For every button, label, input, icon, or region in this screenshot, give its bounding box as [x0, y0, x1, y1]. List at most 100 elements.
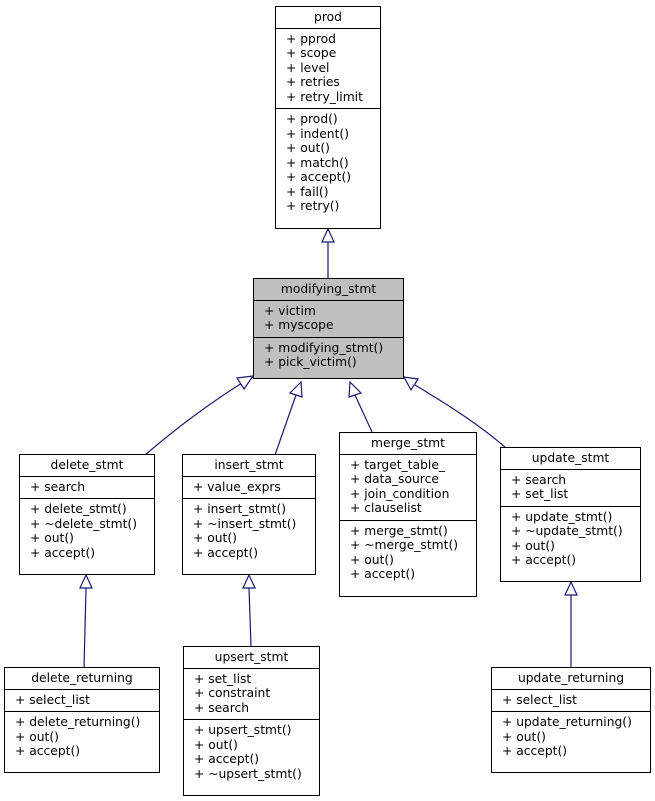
- methods-section: + prod() + indent() + out() + match() + acce…: [276, 108, 380, 218]
- edge-upsert_stmt-to-insert_stmt: [242, 573, 256, 647]
- class-delete_stmt[interactable]: delete_stmt + search + delete_stmt() + ~del…: [19, 454, 155, 575]
- class-modifying_stmt[interactable]: modifying_stmt + victim + myscope + modifyi…: [253, 278, 404, 379]
- attribute: + search: [194, 700, 250, 715]
- edge-update_returning-to-update_stmt: [564, 580, 578, 668]
- method: + update_returning(): [502, 715, 632, 729]
- class-name: insert_stmt: [183, 455, 315, 477]
- class-name: delete_returning: [5, 668, 159, 690]
- class-name: prod: [276, 7, 380, 29]
- attribute: + retries: [286, 75, 340, 89]
- attribute: + select_list: [15, 692, 90, 707]
- inheritance-arrowhead-icon: [564, 580, 578, 596]
- attribute: + constraint: [194, 686, 271, 700]
- inheritance-arrowhead-icon: [348, 380, 363, 398]
- edge-modifying_stmt-to-prod: [321, 227, 335, 278]
- method: + ~upsert_stmt(): [194, 766, 302, 781]
- method: + pick_victim(): [264, 355, 357, 369]
- attribute: + search: [30, 479, 86, 494]
- method: + out(): [193, 531, 237, 545]
- method: + out(): [350, 552, 394, 567]
- methods-section: + merge_stmt() + ~merge_stmt() + out() + ac…: [340, 519, 476, 586]
- class-update_stmt[interactable]: update_stmt + search + set_list + update_st…: [500, 447, 641, 582]
- method: + out(): [15, 729, 59, 744]
- methods-section: + update_returning() + out() + accept(): [492, 711, 650, 763]
- method: + ~delete_stmt(): [30, 516, 138, 531]
- attributes-section: + pprod + scope + level + retries + retry_li…: [276, 29, 380, 109]
- attribute: + level: [286, 60, 330, 75]
- method: + delete_returning(): [15, 715, 141, 729]
- attribute: + select_list: [502, 692, 577, 707]
- method: + insert_stmt(): [193, 502, 287, 516]
- class-name: merge_stmt: [340, 433, 476, 455]
- method: + accept(): [194, 752, 260, 766]
- method: + accept(): [350, 567, 416, 581]
- attributes-section: + select_list: [5, 690, 159, 712]
- class-delete_returning[interactable]: delete_returning + select_list + delete_re…: [4, 667, 160, 773]
- method: + indent(): [286, 126, 350, 141]
- method: + accept(): [502, 744, 568, 758]
- attributes-section: + value_exprs: [183, 477, 315, 499]
- method: + out(): [194, 737, 238, 752]
- attribute: + target_table_: [350, 457, 446, 472]
- class-name: update_stmt: [501, 448, 640, 470]
- edge-insert_stmt-to-modifying_stmt: [274, 380, 303, 456]
- class-upsert_stmt[interactable]: upsert_stmt + set_list + constraint + searc…: [183, 646, 320, 796]
- inheritance-arrowhead-icon: [288, 380, 303, 398]
- attribute: + myscope: [264, 318, 334, 332]
- method: + retry(): [286, 199, 340, 213]
- attributes-section: + select_list: [492, 690, 650, 712]
- attribute: + clauselist: [350, 501, 422, 515]
- class-name: delete_stmt: [20, 455, 154, 477]
- method: + ~update_stmt(): [511, 524, 623, 538]
- attribute: + join_condition: [350, 486, 450, 501]
- attribute: + victim: [264, 303, 316, 318]
- edge-merge_stmt-to-modifying_stmt: [348, 380, 373, 433]
- method: + ~merge_stmt(): [350, 538, 459, 552]
- method: + delete_stmt(): [30, 502, 127, 516]
- class-merge_stmt[interactable]: merge_stmt + target_table_ + data_source + …: [339, 432, 477, 597]
- method: + merge_stmt(): [350, 523, 448, 538]
- method: + fail(): [286, 184, 329, 199]
- method: + ~insert_stmt(): [193, 516, 297, 531]
- attribute: + retry_limit: [286, 89, 363, 104]
- class-update_returning[interactable]: update_returning + select_list + update_re…: [491, 667, 651, 773]
- attributes-section: + set_list + constraint + search: [184, 669, 319, 720]
- methods-section: + modifying_stmt() + pick_victim(): [254, 336, 403, 374]
- method: + accept(): [15, 744, 81, 758]
- attribute: + set_list: [194, 671, 252, 686]
- method: + upsert_stmt(): [194, 723, 292, 737]
- method: + accept(): [511, 553, 577, 567]
- method: + match(): [286, 155, 349, 170]
- inheritance-arrowhead-icon: [321, 227, 335, 243]
- attribute: + set_list: [511, 487, 569, 501]
- class-prod[interactable]: prod + pprod + scope + level + retries + retr…: [275, 6, 381, 229]
- edge-delete_stmt-to-modifying_stmt: [144, 375, 255, 456]
- inheritance-arrowhead-icon: [235, 375, 255, 391]
- inheritance-arrowhead-icon: [402, 376, 420, 392]
- class-name: modifying_stmt: [254, 279, 403, 301]
- methods-section: + upsert_stmt() + out() + accept() + ~upser…: [184, 719, 319, 785]
- method: + accept(): [30, 545, 96, 560]
- attributes-section: + target_table_ + data_source + join_condi…: [340, 455, 476, 520]
- methods-section: + update_stmt() + ~update_stmt() + out() + …: [501, 505, 640, 572]
- methods-section: + delete_returning() + out() + accept(): [5, 711, 159, 763]
- attributes-section: + victim + myscope: [254, 301, 403, 337]
- class-name: update_returning: [492, 668, 650, 690]
- class-name: upsert_stmt: [184, 647, 319, 669]
- method: + accept(): [193, 545, 259, 560]
- attribute: + scope: [286, 46, 337, 60]
- attribute: + data_source: [350, 472, 439, 486]
- attributes-section: + search: [20, 477, 154, 499]
- method: + accept(): [286, 170, 352, 184]
- method: + update_stmt(): [511, 509, 613, 524]
- method: + out(): [511, 538, 555, 553]
- method: + out(): [286, 141, 330, 155]
- attribute: + search: [511, 472, 567, 487]
- method: + out(): [30, 531, 74, 545]
- method: + out(): [502, 729, 546, 744]
- methods-section: + insert_stmt() + ~insert_stmt() + out() + …: [183, 498, 315, 564]
- class-insert_stmt[interactable]: insert_stmt + value_exprs + insert_stmt() +…: [182, 454, 316, 575]
- method: + modifying_stmt(): [264, 340, 384, 355]
- attribute: + value_exprs: [193, 479, 281, 494]
- method: + prod(): [286, 112, 338, 126]
